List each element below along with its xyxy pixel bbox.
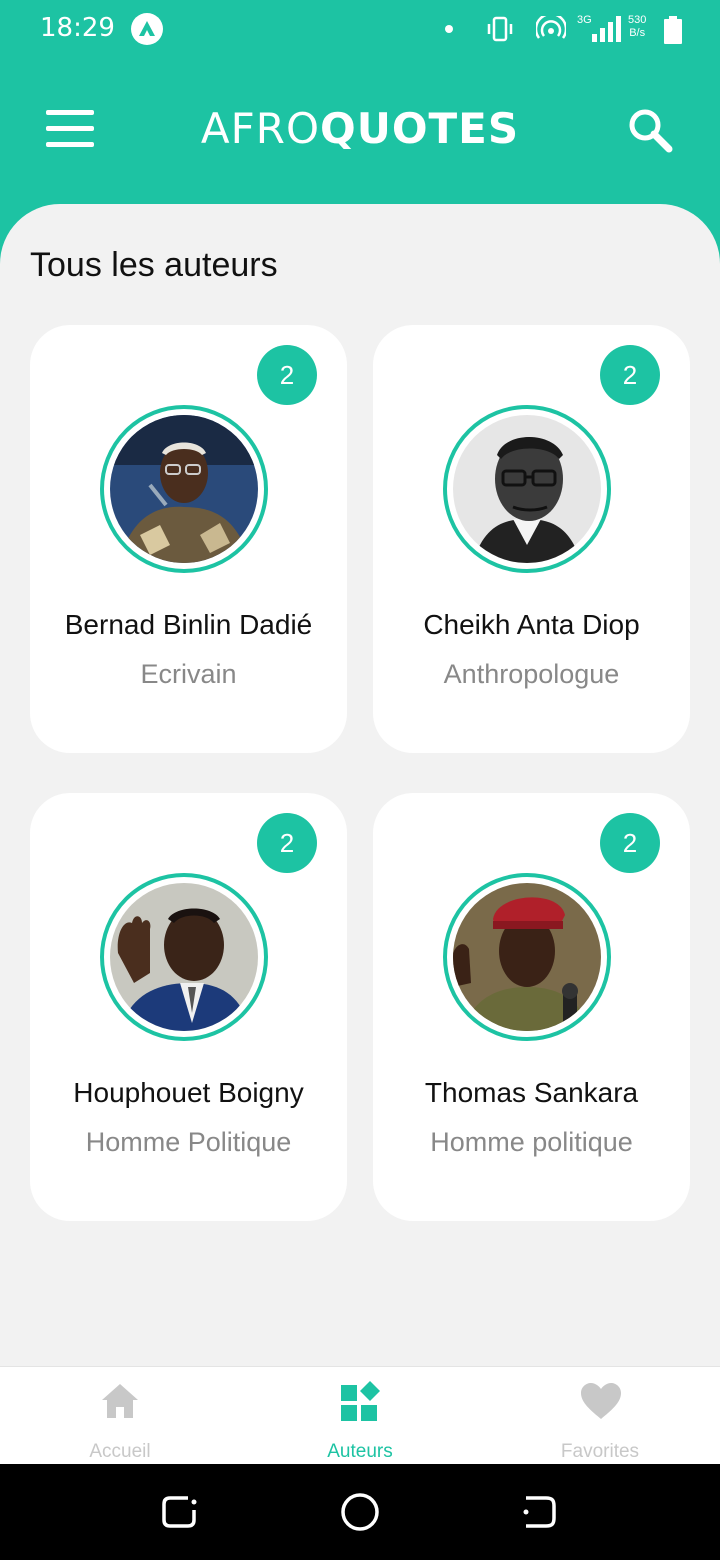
author-card[interactable]: 2 Houphouet Boigny Homme Politique	[30, 793, 347, 1221]
author-portrait	[110, 415, 258, 563]
status-bar: 18:29 3G 530 B/s	[0, 0, 720, 58]
bottom-navigation: Accueil Auteurs Favorites	[0, 1366, 720, 1465]
top-navbar: AFROQUOTES	[0, 80, 720, 180]
author-name: Bernad Binlin Dadié	[64, 609, 313, 640]
author-avatar	[443, 873, 611, 1041]
app-notification-icon	[131, 13, 163, 45]
home-icon	[102, 1384, 138, 1418]
section-title: Tous les auteurs	[30, 246, 278, 284]
speed-value: 530	[628, 14, 647, 26]
author-avatar	[443, 405, 611, 573]
author-portrait	[453, 415, 601, 563]
author-role: Ecrivain	[140, 659, 237, 689]
author-card[interactable]: 2 Bernad Binlin Dadié Ecrivain	[30, 325, 347, 753]
quote-count-badge: 2	[257, 345, 317, 405]
author-role: Homme Politique	[85, 1127, 292, 1157]
recent-apps-icon[interactable]	[160, 1492, 200, 1532]
notification-dot-icon	[445, 25, 453, 33]
author-card[interactable]: 2 Cheikh Anta Diop Anthropologue	[373, 325, 690, 753]
battery-icon	[664, 16, 682, 44]
status-time: 18:29	[40, 13, 115, 43]
tab-accueil[interactable]: Accueil	[0, 1367, 240, 1465]
author-name: Thomas Sankara	[424, 1077, 639, 1108]
quote-count-badge: 2	[600, 345, 660, 405]
brand-part-2: QUOTES	[320, 104, 520, 153]
tab-label: Auteurs	[327, 1441, 393, 1462]
quote-count-badge: 2	[257, 813, 317, 873]
signal-icon	[592, 16, 621, 42]
system-navigation-bar	[0, 1464, 720, 1560]
author-portrait	[453, 883, 601, 1031]
tab-auteurs[interactable]: Auteurs	[240, 1367, 480, 1465]
hotspot-icon	[536, 16, 566, 39]
speed-unit: B/s	[629, 27, 646, 39]
tab-label: Accueil	[89, 1441, 151, 1462]
author-role: Homme politique	[430, 1127, 633, 1157]
author-portrait	[110, 883, 258, 1031]
author-card[interactable]: 2 Thomas Sankara Homme politique	[373, 793, 690, 1221]
back-icon[interactable]	[520, 1492, 560, 1532]
tab-label: Favorites	[560, 1441, 640, 1462]
brand-part-1: AFRO	[200, 104, 321, 153]
heart-icon	[581, 1383, 621, 1419]
app-title: AFROQUOTES	[0, 104, 720, 153]
author-avatar	[100, 873, 268, 1041]
quote-count-badge: 2	[600, 813, 660, 873]
vibrate-icon	[487, 16, 513, 42]
search-icon[interactable]	[626, 106, 674, 154]
home-button-icon[interactable]	[340, 1492, 380, 1532]
author-name: Houphouet Boigny	[73, 1077, 304, 1108]
main-content: Tous les auteurs 2 Bernad Binlin Dadié E…	[0, 204, 720, 1366]
author-role: Anthropologue	[443, 659, 620, 689]
author-avatar	[100, 405, 268, 573]
author-name: Cheikh Anta Diop	[423, 609, 640, 640]
tab-favorites[interactable]: Favorites	[480, 1367, 720, 1465]
network-speed: 530 B/s	[628, 14, 646, 40]
authors-grid-icon	[341, 1381, 380, 1421]
